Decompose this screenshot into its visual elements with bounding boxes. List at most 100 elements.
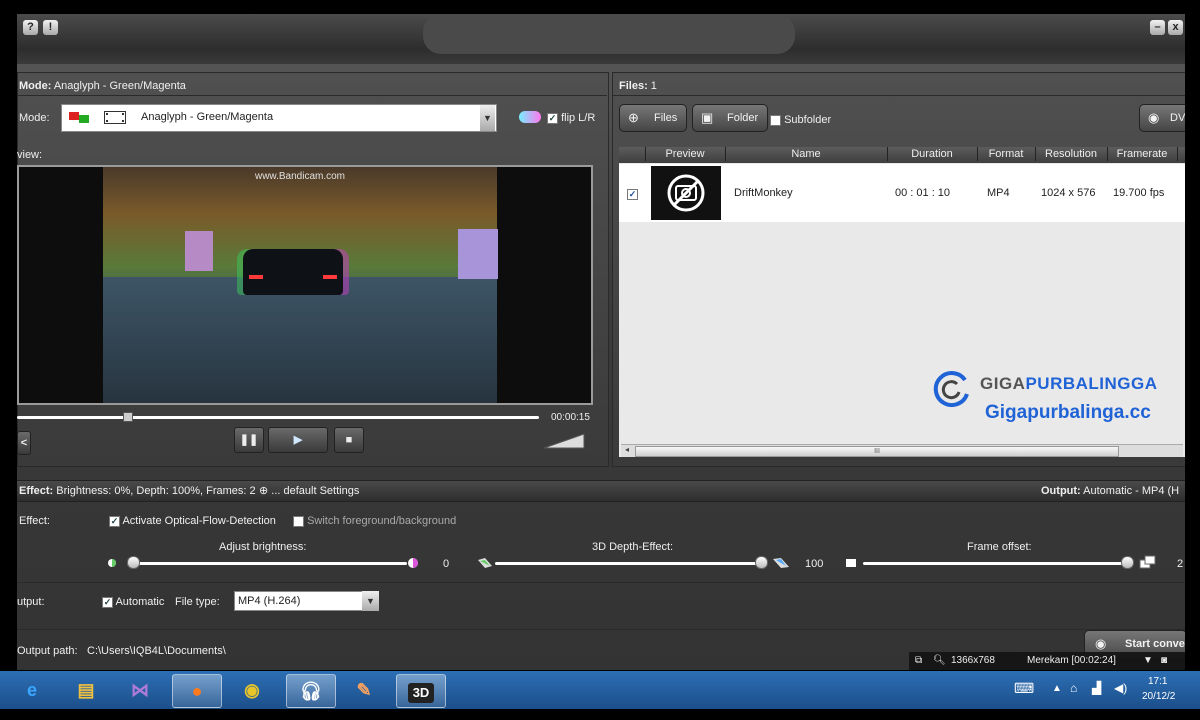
- no-preview-icon: [667, 174, 705, 212]
- switch-fg-checkbox[interactable]: Switch foreground/background: [293, 512, 456, 530]
- brightness-low-icon: [107, 557, 117, 569]
- signal-icon[interactable]: ▟: [1092, 681, 1101, 695]
- column-header[interactable]: Name: [725, 147, 888, 161]
- seek-handle[interactable]: [123, 412, 133, 422]
- ie-icon[interactable]: e: [8, 674, 56, 706]
- car: [243, 249, 343, 295]
- scroll-left-icon[interactable]: ◂: [625, 445, 629, 454]
- visual-studio-icon[interactable]: ⋈: [116, 674, 164, 706]
- magnifier-icon[interactable]: 🔍︎: [933, 652, 946, 670]
- dvd-button[interactable]: ◉ DV: [1139, 104, 1185, 132]
- mode-header-value: Anaglyph - Green/Magenta: [53, 80, 186, 92]
- offset-high-icon: [1139, 555, 1157, 569]
- default-settings-link[interactable]: ⊕ ... default Settings: [259, 482, 359, 500]
- seek-bar[interactable]: [17, 416, 539, 419]
- default-settings-label: ... default Settings: [271, 485, 360, 497]
- close-button[interactable]: x: [1168, 20, 1183, 35]
- output-summary-value: Automatic - MP4 (H: [1083, 485, 1180, 497]
- window-icon[interactable]: ⧉: [915, 652, 922, 670]
- pause-button[interactable]: ❚❚: [234, 427, 264, 453]
- minimize-button[interactable]: –: [1150, 20, 1165, 35]
- divider: [17, 582, 1185, 583]
- paint-icon[interactable]: ✎: [340, 674, 388, 706]
- column-header[interactable]: Format: [977, 147, 1036, 161]
- file-type-value: MP4 (H.264): [238, 595, 301, 607]
- app-3d-taskbar-button[interactable]: 3D: [396, 674, 446, 708]
- subfolder-checkbox[interactable]: Subfolder: [770, 111, 831, 129]
- offset-label: Frame offset:: [967, 541, 1032, 553]
- clock-date[interactable]: 20/12/2: [1142, 691, 1175, 702]
- file-duration: 00 : 01 : 10: [895, 187, 951, 199]
- effect-summary: Effect: Brightness: 0%, Depth: 100%, Fra…: [19, 482, 256, 500]
- files-header: Files: 1: [619, 77, 657, 95]
- offset-value: 2: [1177, 558, 1184, 570]
- brightness-slider-handle[interactable]: [127, 556, 140, 569]
- video-thumbnail: [651, 166, 721, 220]
- volume-icon[interactable]: [542, 432, 586, 450]
- stop-button[interactable]: ■: [334, 427, 364, 453]
- optical-flow-checkbox[interactable]: ✓ Activate Optical-Flow-Detection: [109, 512, 276, 530]
- depth-high-icon: [772, 557, 790, 569]
- column-header[interactable]: Duration: [887, 147, 978, 161]
- offset-slider-handle[interactable]: [1121, 556, 1134, 569]
- file-type-select[interactable]: MP4 (H.264): [234, 591, 367, 611]
- depth-slider[interactable]: [495, 562, 767, 565]
- files-button[interactable]: ⊕ Files: [619, 104, 687, 132]
- file-format: MP4: [987, 187, 1010, 199]
- play-button[interactable]: ▶: [268, 427, 328, 453]
- column-header[interactable]: Framerate: [1107, 147, 1178, 161]
- flip-checkbox[interactable]: ✓ flip L/R: [547, 109, 595, 127]
- depth-slider-handle[interactable]: [755, 556, 768, 569]
- divider: [17, 629, 1185, 630]
- brightness-slider[interactable]: [127, 562, 407, 565]
- divider: [17, 95, 607, 96]
- building: [458, 229, 498, 279]
- folder-button[interactable]: ▣ Folder: [692, 104, 768, 132]
- firefox-icon[interactable]: ●: [172, 674, 222, 708]
- depth-label: 3D Depth-Effect:: [592, 541, 674, 553]
- automatic-checkbox[interactable]: ✓ Automatic: [102, 593, 164, 611]
- blurred-title-area: [423, 14, 795, 54]
- horizontal-scrollbar[interactable]: ◂ III: [621, 444, 1183, 457]
- explorer-icon[interactable]: ▤: [62, 674, 110, 706]
- prev-icon[interactable]: <: [17, 431, 31, 455]
- keyboard-icon[interactable]: ⌨: [1014, 680, 1034, 697]
- mode-label: Mode:: [19, 112, 50, 124]
- dvd-button-label: DV: [1170, 112, 1185, 124]
- brand-logo-icon: [931, 368, 971, 408]
- switch-fg-label: Switch foreground/background: [307, 515, 457, 527]
- optical-flow-label: Activate Optical-Flow-Detection: [122, 515, 276, 527]
- scroll-thumb[interactable]: III: [635, 446, 1119, 457]
- video-watermark: www.Bandicam.com: [254, 171, 346, 182]
- automatic-label: Automatic: [115, 596, 165, 608]
- headphones-icon[interactable]: 🎧︎: [286, 674, 336, 708]
- video-preview: www.Bandicam.com: [17, 165, 593, 405]
- network-icon[interactable]: ⌂: [1070, 681, 1077, 695]
- chevron-down-icon[interactable]: ▼: [1143, 652, 1153, 670]
- file-name: DriftMonkey: [734, 187, 793, 199]
- plus-circle-icon: ⊕: [259, 485, 269, 497]
- folder-icon: ▣: [701, 110, 714, 125]
- chevron-down-icon[interactable]: ▼: [362, 591, 379, 611]
- folder-button-label: Folder: [727, 112, 759, 124]
- brightness-high-icon: [407, 557, 419, 569]
- column-header[interactable]: Resolution: [1035, 147, 1108, 161]
- camera-icon[interactable]: ◙: [1161, 652, 1167, 670]
- tray-expand-icon[interactable]: ▲: [1052, 683, 1062, 694]
- offset-slider[interactable]: [863, 562, 1133, 565]
- clock-time[interactable]: 17:1: [1148, 676, 1167, 687]
- column-header[interactable]: Preview: [645, 147, 726, 161]
- flip-label: flip L/R: [561, 112, 596, 124]
- mode-select[interactable]: Anaglyph - Green/Magenta: [61, 104, 497, 132]
- table-row[interactable]: ✓ DriftMonkey 00 : 01 : 10 MP4 1024 x 57…: [619, 164, 1185, 222]
- brightness-value: 0: [443, 558, 450, 570]
- volume-tray-icon[interactable]: ◀): [1114, 681, 1127, 695]
- help-button[interactable]: ?: [23, 20, 38, 35]
- chrome-icon[interactable]: ◉: [228, 674, 276, 706]
- recorder-bar: ⧉ 🔍︎ 1366x768 Merekam [00:02:24] ▼ ◙: [909, 652, 1185, 670]
- toggle-switch[interactable]: [519, 111, 541, 123]
- info-button[interactable]: !: [43, 20, 58, 35]
- row-checkbox[interactable]: ✓: [627, 188, 638, 200]
- chevron-down-icon[interactable]: ▼: [480, 105, 495, 131]
- brand-url: Gigapurbalinga.cc: [985, 402, 1151, 423]
